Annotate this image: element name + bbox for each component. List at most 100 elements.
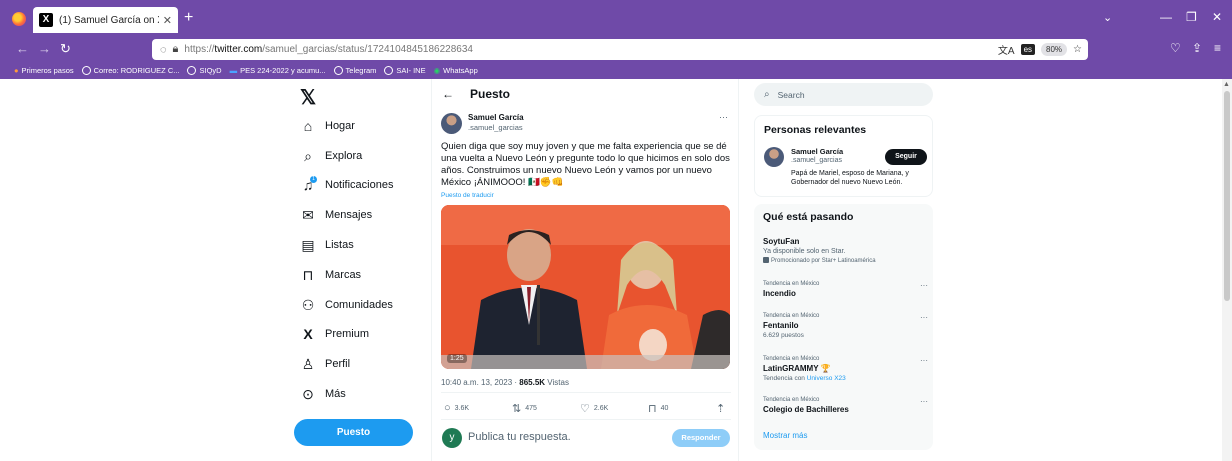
reply-submit-button[interactable]: Responder (672, 429, 730, 447)
nav-label: Hogar (325, 120, 355, 132)
x-logo-icon[interactable]: 𝕏 (300, 85, 316, 110)
nav-item-notifications[interactable]: ♫ 1 Notificaciones (300, 175, 393, 195)
tab-close-icon[interactable]: ✕ (163, 14, 172, 27)
promoted-label: Promocionado por Star+ Latinoamérica (771, 258, 876, 264)
trend-link[interactable]: Universo X23 (807, 375, 846, 382)
reload-icon[interactable]: ↻ (60, 41, 71, 57)
translate-post-link[interactable]: Puesto de traducir (441, 192, 494, 199)
zoom-level[interactable]: 80% (1041, 43, 1068, 56)
heart-icon: ♡ (580, 403, 590, 415)
restore-icon[interactable]: ❐ (1186, 10, 1197, 24)
nav-item-communities[interactable]: ⚇ Comunidades (300, 295, 393, 315)
close-window-icon[interactable]: ✕ (1212, 10, 1222, 24)
list-icon: ▤ (301, 236, 315, 253)
repost-button[interactable]: ⇅ 475 (512, 402, 537, 415)
show-more-link[interactable]: Mostrar más (763, 431, 807, 440)
bookmark-count: 40 (660, 405, 669, 412)
bookmark-star-icon[interactable]: ☆ (1073, 44, 1082, 55)
bookmarks-bar: ● Primeros pasos Correo: RODRIGUEZ C... S… (0, 62, 1232, 79)
nav-item-lists[interactable]: ▤ Listas (300, 235, 354, 255)
nav-label: Comunidades (325, 299, 393, 311)
page-scrollbar[interactable]: ▲ (1222, 79, 1232, 461)
nav-label: Perfil (325, 358, 351, 370)
nav-item-profile[interactable]: ♙ Perfil (300, 354, 350, 374)
nav-label: Notificaciones (325, 179, 394, 191)
nav-item-premium[interactable]: X Premium (300, 324, 369, 344)
shield-icon[interactable]: ◌ (160, 44, 167, 56)
more-options-icon[interactable]: ··· (719, 112, 728, 122)
repost-count: 475 (525, 405, 537, 412)
lock-icon[interactable]: 🔒︎ (173, 43, 179, 56)
nav-item-home[interactable]: ⌂ Hogar (300, 116, 355, 136)
bookmark-item[interactable]: Correo: RODRIGUEZ C... (81, 66, 179, 75)
trend-sub: 6.629 puestos (763, 332, 804, 339)
nav-label: Premium (325, 328, 370, 340)
reply-button[interactable]: ○ 3.6K (444, 402, 469, 414)
scroll-thumb[interactable] (1224, 91, 1230, 301)
bookmark-button[interactable]: ⊓ 40 (648, 402, 668, 415)
globe-icon (333, 66, 343, 75)
minimize-icon[interactable]: — (1160, 10, 1172, 24)
bookmark-item[interactable]: SAI- INE (384, 66, 426, 75)
post-button[interactable]: Puesto (294, 419, 413, 446)
like-button[interactable]: ♡ 2.6K (580, 402, 608, 415)
user-avatar[interactable]: y (442, 428, 462, 448)
translate-icon[interactable]: 文A (998, 42, 1015, 57)
bookmark-item[interactable]: ▬ PES 224-2022 y acumu... (230, 66, 326, 75)
extensions-icon[interactable]: ⇪ (1192, 41, 1202, 55)
trend-more-icon[interactable]: ··· (920, 397, 928, 406)
author-name[interactable]: Samuel García (468, 113, 524, 122)
trend-sub: Tendencia con (763, 375, 807, 382)
trend-item[interactable]: Tendencia en México Incendio ··· (763, 281, 928, 298)
relevant-name[interactable]: Samuel García (791, 147, 843, 156)
nav-label: Marcas (325, 269, 362, 281)
list-tabs-icon[interactable]: ⌄ (1103, 11, 1112, 24)
forward-icon[interactable]: → (38, 41, 51, 56)
app-menu-icon[interactable]: ≡ (1214, 41, 1221, 55)
relevant-handle[interactable]: .samuel_garcias (791, 157, 842, 164)
reply-input[interactable]: Publica tu respuesta. (468, 431, 571, 443)
share-button[interactable]: ⇡ (716, 402, 725, 415)
url-text: https://twitter.com/samuel_garcias/statu… (184, 44, 473, 55)
bookmark-item[interactable]: ◉ WhatsApp (434, 66, 478, 75)
trend-item[interactable]: Tendencia en México Fentanilo 6.629 pues… (763, 313, 928, 339)
globe-icon (187, 66, 197, 75)
post-video[interactable]: 1:25 (441, 205, 730, 369)
nav-label: Listas (325, 239, 354, 251)
bell-icon: ♫ 1 (300, 176, 317, 193)
author-handle[interactable]: .samuel_garcias (468, 123, 523, 132)
trend-more-icon[interactable]: ··· (920, 313, 928, 322)
trend-item[interactable]: Tendencia en México LatinGRAMMY 🏆 Tenden… (763, 356, 928, 382)
trend-item[interactable]: Tendencia en México Colegio de Bachiller… (763, 397, 928, 414)
new-tab-icon[interactable]: + (184, 9, 193, 27)
pocket-icon[interactable]: ♡ (1170, 41, 1181, 55)
translate-lang-badge[interactable]: es (1020, 44, 1036, 55)
trend-more-icon[interactable]: ··· (920, 281, 928, 290)
bookmark-item[interactable]: Telegram (333, 66, 376, 75)
nav-item-more[interactable]: ⊙ Más (300, 384, 346, 404)
author-avatar[interactable] (441, 113, 462, 134)
follow-button[interactable]: Seguir (885, 149, 927, 165)
trend-more-icon[interactable]: ··· (920, 356, 928, 365)
nav-label: Explora (325, 150, 363, 162)
nav-item-messages[interactable]: ✉ Mensajes (300, 205, 372, 225)
video-frame (441, 205, 730, 369)
scroll-up-icon[interactable]: ▲ (1223, 81, 1230, 88)
post-meta: 10:40 a.m. 13, 2023 · 865.5K Vistas (441, 378, 569, 387)
reply-count: 3.6K (454, 404, 470, 412)
back-icon[interactable]: ← (16, 41, 29, 56)
bookmark-item[interactable]: SIQyD (187, 66, 222, 75)
bookmark-item[interactable]: ● Primeros pasos (14, 66, 74, 75)
browser-tab[interactable]: X (1) Samuel García on X: "Quien ✕ (33, 7, 178, 33)
nav-item-bookmarks[interactable]: ⊓ Marcas (300, 265, 362, 285)
trend-name: LatinGRAMMY 🏆 (763, 364, 831, 373)
back-arrow-icon[interactable]: ← (442, 87, 454, 101)
search-input[interactable]: ⌕ Search (754, 83, 933, 106)
promoted-trend[interactable]: SoytuFan Ya disponible solo en Star. Pro… (763, 237, 928, 264)
nav-label: Más (325, 388, 346, 400)
relevant-avatar[interactable] (764, 147, 784, 167)
address-bar[interactable]: ◌ 🔒︎ https://twitter.com/samuel_garcias/… (152, 39, 1088, 60)
nav-item-explore[interactable]: ⌕ Explora (300, 146, 362, 166)
search-icon: ⌕ (304, 147, 312, 164)
firefox-menu-icon[interactable] (12, 12, 26, 26)
